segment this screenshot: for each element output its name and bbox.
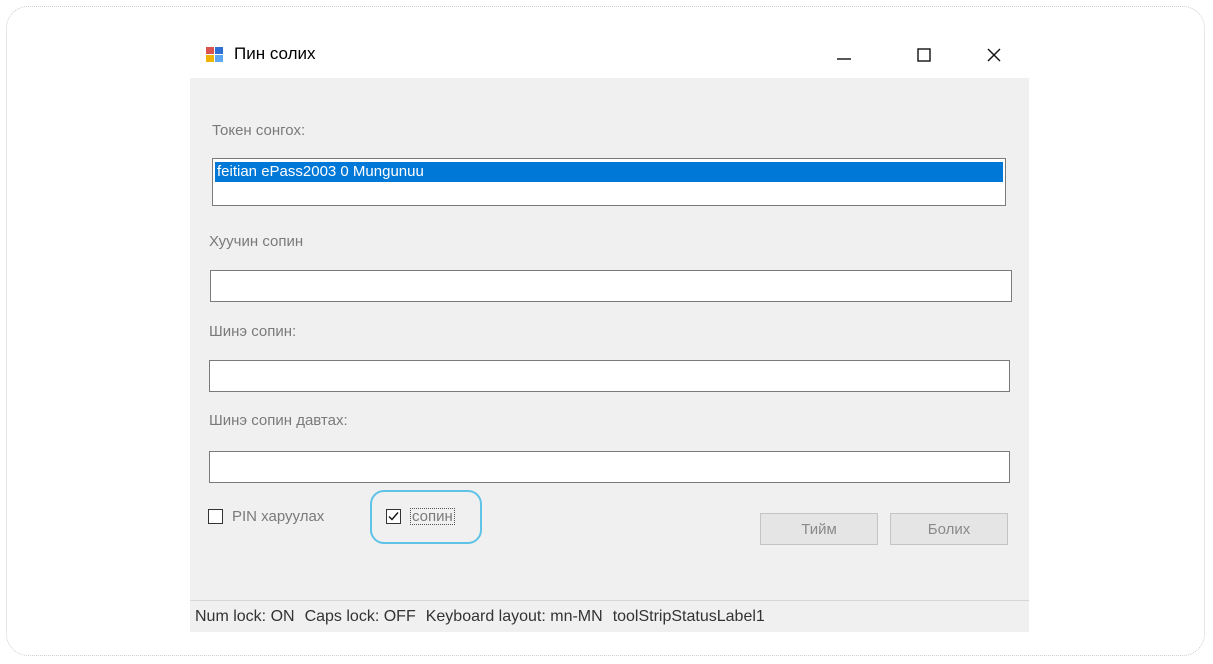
- show-pin-checkbox-box[interactable]: [208, 509, 223, 524]
- maximize-icon: [917, 48, 931, 62]
- new-pin-label: Шинэ сопин:: [209, 323, 297, 340]
- close-icon: [987, 48, 1001, 62]
- status-bar: Num lock: ON Caps lock: OFF Keyboard lay…: [190, 600, 1029, 632]
- pin-change-dialog: Пин солих Токен сонгох: feitian ePass200…: [190, 32, 1029, 632]
- minimize-button[interactable]: [810, 32, 878, 78]
- cancel-button[interactable]: Болих: [890, 513, 1008, 545]
- token-listbox[interactable]: feitian ePass2003 0 Mungunuu: [212, 158, 1006, 206]
- title-bar: Пин солих: [190, 32, 1029, 78]
- minimize-icon: [837, 58, 851, 60]
- sopin-highlight-ring: [370, 490, 482, 544]
- confirm-pin-label: Шинэ сопин давтах:: [209, 412, 348, 429]
- num-lock-status: Num lock: ON: [195, 607, 295, 625]
- close-button[interactable]: [960, 32, 1028, 78]
- maximize-button[interactable]: [890, 32, 958, 78]
- old-pin-label: Хуучин сопин: [209, 233, 304, 250]
- app-window-icon: [205, 44, 225, 64]
- old-pin-field[interactable]: [210, 270, 1012, 302]
- ok-button[interactable]: Тийм: [760, 513, 878, 545]
- keyboard-layout-status: Keyboard layout: mn-MN: [425, 607, 603, 625]
- show-pin-label: PIN харуулах: [232, 508, 325, 525]
- confirm-pin-field[interactable]: [209, 451, 1010, 483]
- status-label-1: toolStripStatusLabel1: [612, 607, 765, 625]
- token-select-label: Токен сонгох:: [212, 122, 306, 139]
- token-list-item[interactable]: feitian ePass2003 0 Mungunuu: [215, 162, 1003, 182]
- window-title: Пин солих: [234, 44, 316, 63]
- new-pin-field[interactable]: [209, 360, 1010, 392]
- caps-lock-status: Caps lock: OFF: [304, 607, 416, 625]
- show-pin-checkbox[interactable]: PIN харуулах: [208, 508, 324, 525]
